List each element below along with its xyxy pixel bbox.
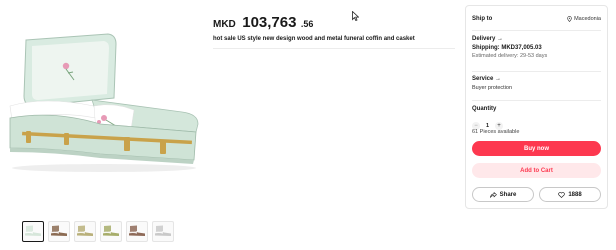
- service-label: Service: [472, 76, 494, 82]
- wishlist-button[interactable]: 1888: [539, 187, 601, 202]
- location-pin-icon: [567, 16, 572, 22]
- add-to-cart-button[interactable]: Add to Cart: [472, 163, 601, 178]
- divider: [472, 71, 601, 72]
- thumbnail-strip: [22, 221, 174, 242]
- thumbnail-2[interactable]: [48, 221, 70, 242]
- price-currency: MKD: [213, 19, 236, 30]
- casket-thumbnail-icon: [25, 225, 41, 236]
- arrow-right-icon: →: [495, 76, 502, 82]
- price-integer: 103,763: [242, 14, 297, 31]
- wishlist-count: 1888: [568, 191, 582, 198]
- casket-photo: [9, 33, 199, 172]
- share-icon: [489, 191, 497, 198]
- share-button[interactable]: Share: [472, 187, 534, 202]
- casket-thumbnail-icon: [103, 225, 119, 236]
- casket-thumbnail-icon: [77, 225, 93, 236]
- buy-now-button[interactable]: Buy now: [472, 141, 601, 156]
- casket-thumbnail-icon: [51, 225, 67, 236]
- thumbnail-5[interactable]: [126, 221, 148, 242]
- arrow-right-icon: →: [497, 36, 504, 42]
- delivery-section[interactable]: Delivery → Shipping: MKD37,005.03 Estima…: [472, 36, 601, 59]
- thumbnail-3[interactable]: [74, 221, 96, 242]
- price-decimal: .56: [300, 19, 314, 29]
- estimated-delivery: Estimated delivery: 29-53 days: [472, 53, 548, 59]
- product-title: hot sale US style new design wood and me…: [213, 36, 415, 42]
- main-product-image[interactable]: [4, 14, 204, 214]
- thumbnail-4[interactable]: [100, 221, 122, 242]
- divider: [472, 100, 601, 101]
- thumbnail-6[interactable]: [152, 221, 174, 242]
- ship-to-label: Ship to: [472, 16, 493, 22]
- ship-to-selector[interactable]: Macedonia: [567, 16, 601, 22]
- heart-icon: [558, 191, 565, 198]
- delivery-label: Delivery: [472, 36, 496, 42]
- service-section[interactable]: Service → Buyer protection: [472, 76, 601, 91]
- product-price: MKD 103,763 .56: [213, 15, 313, 31]
- buyer-protection-text: Buyer protection: [472, 85, 513, 91]
- title-divider: [213, 48, 455, 49]
- casket-thumbnail-icon: [129, 225, 145, 236]
- ship-to-country: Macedonia: [574, 16, 601, 22]
- pieces-available: 61 Pieces available: [472, 129, 520, 135]
- shipping-cost: Shipping: MKD37,005.03: [472, 45, 542, 51]
- divider: [472, 30, 601, 31]
- share-label: Share: [499, 191, 517, 198]
- thumbnail-1[interactable]: [22, 221, 44, 242]
- mouse-cursor-icon: [352, 11, 359, 21]
- purchase-panel: Ship to Macedonia Delivery → Shipping: M…: [465, 5, 608, 209]
- casket-thumbnail-icon: [155, 225, 171, 236]
- ship-to-row[interactable]: Ship to Macedonia: [472, 16, 601, 22]
- quantity-label: Quantity: [472, 106, 497, 112]
